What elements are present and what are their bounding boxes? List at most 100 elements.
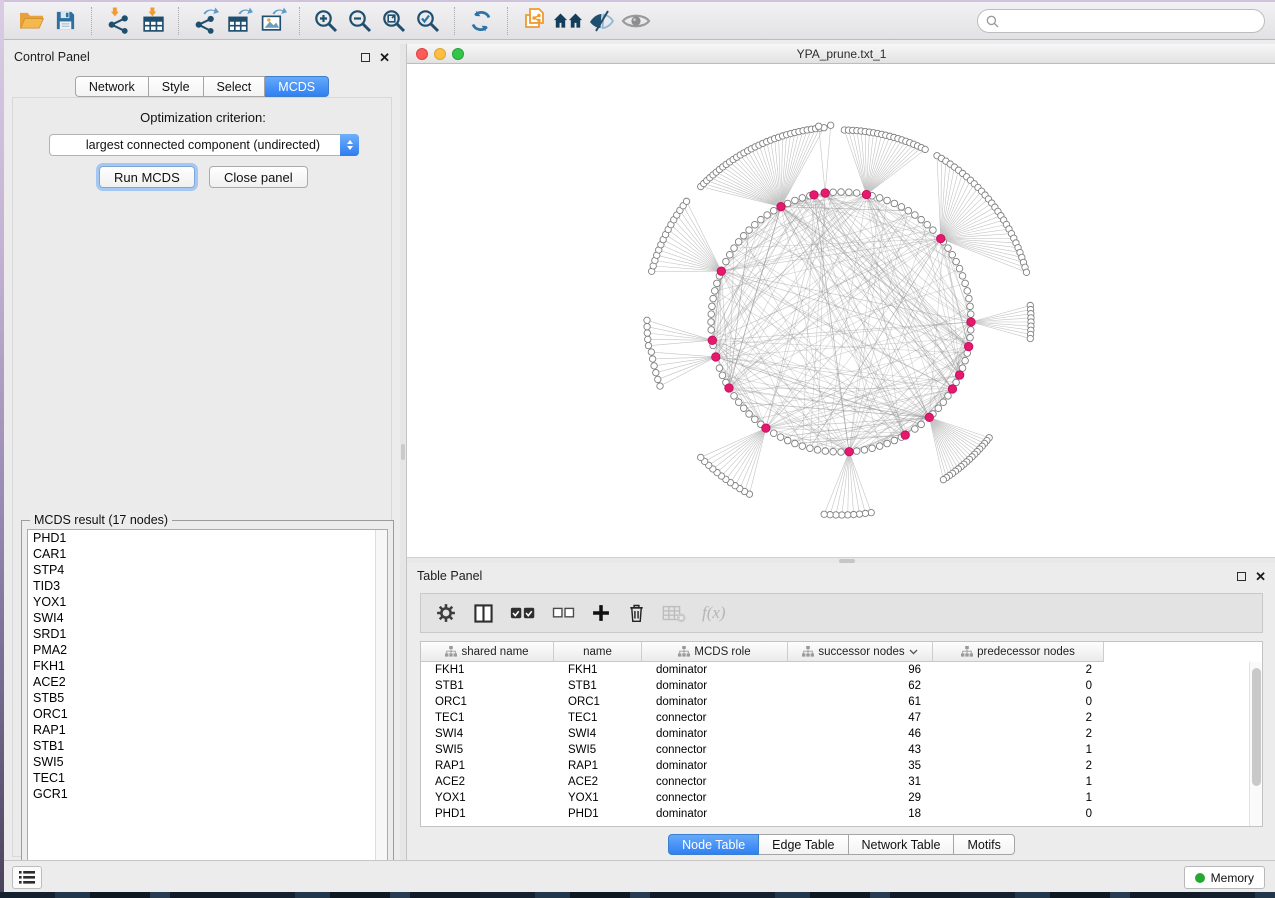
leaf-node[interactable]	[644, 330, 650, 336]
show-panels-button[interactable]	[619, 5, 653, 37]
network-node[interactable]	[792, 197, 799, 204]
mcds-result-item[interactable]: SRD1	[28, 626, 387, 642]
table-row[interactable]: PHD1PHD1dominator180	[421, 806, 1262, 822]
network-node[interactable]	[912, 426, 919, 433]
mcds-result-item[interactable]: PHD1	[28, 530, 387, 546]
tab-select[interactable]: Select	[204, 76, 266, 97]
network-node[interactable]	[719, 372, 726, 379]
search-input[interactable]	[1004, 11, 1264, 31]
network-node[interactable]	[918, 216, 925, 223]
network-node[interactable]	[918, 421, 925, 428]
table-row[interactable]: TEC1TEC1connector472	[421, 710, 1262, 726]
network-node[interactable]	[891, 437, 898, 444]
network-node[interactable]	[708, 311, 715, 318]
leaf-node[interactable]	[862, 510, 868, 516]
network-node[interactable]	[967, 334, 974, 341]
optimization-criterion-dropdown[interactable]: largest connected component (undirected)	[49, 134, 359, 156]
network-node[interactable]	[838, 449, 845, 456]
network-node[interactable]	[956, 265, 963, 272]
mcds-result-item[interactable]: YOX1	[28, 594, 387, 610]
open-session-button[interactable]	[14, 5, 48, 37]
leaf-node[interactable]	[827, 511, 833, 517]
column-header-name[interactable]: name	[554, 642, 642, 662]
network-node[interactable]	[966, 295, 973, 302]
mcds-hub-node[interactable]	[762, 424, 770, 432]
tab-mcds[interactable]: MCDS	[265, 76, 329, 97]
zoom-selected-button[interactable]	[411, 5, 445, 37]
leaf-node[interactable]	[827, 122, 833, 128]
network-node[interactable]	[723, 258, 730, 265]
table-scroll-thumb[interactable]	[1252, 668, 1261, 786]
leaf-node[interactable]	[651, 363, 657, 369]
mcds-hub-node[interactable]	[967, 318, 975, 326]
toolbar-search-field[interactable]	[977, 9, 1265, 33]
save-session-button[interactable]	[48, 5, 82, 37]
tab-network-table[interactable]: Network Table	[849, 834, 955, 855]
mcds-hub-node[interactable]	[845, 448, 853, 456]
mcds-hub-node[interactable]	[901, 431, 909, 439]
network-node[interactable]	[770, 430, 777, 437]
network-node[interactable]	[807, 445, 814, 452]
mcds-result-item[interactable]: FKH1	[28, 658, 387, 674]
leaf-node[interactable]	[645, 336, 651, 342]
network-node[interactable]	[751, 416, 758, 423]
zoom-in-button[interactable]	[309, 5, 343, 37]
network-node[interactable]	[935, 405, 942, 412]
mcds-result-item[interactable]: GCR1	[28, 786, 387, 802]
leaf-node[interactable]	[657, 383, 663, 389]
mcds-hub-node[interactable]	[712, 353, 720, 361]
mcds-result-item[interactable]: STB5	[28, 690, 387, 706]
table-row[interactable]: FKH1FKH1dominator962	[421, 662, 1262, 678]
network-node[interactable]	[945, 245, 952, 252]
network-node[interactable]	[876, 443, 883, 450]
tab-node-table[interactable]: Node Table	[668, 834, 759, 855]
zoom-out-button[interactable]	[343, 5, 377, 37]
network-node[interactable]	[731, 393, 738, 400]
task-history-button[interactable]	[12, 866, 42, 889]
network-node[interactable]	[846, 189, 853, 196]
mcds-hub-node[interactable]	[948, 385, 956, 393]
memory-button[interactable]: Memory	[1184, 866, 1265, 889]
network-node[interactable]	[967, 311, 974, 318]
leaf-node[interactable]	[850, 511, 856, 517]
network-node[interactable]	[735, 399, 742, 406]
table-row[interactable]: STB1STB1dominator620	[421, 678, 1262, 694]
network-node[interactable]	[967, 327, 974, 334]
deselect-all-button[interactable]	[552, 605, 575, 621]
zoom-fit-button[interactable]	[377, 5, 411, 37]
float-panel-icon[interactable]	[1237, 572, 1246, 581]
network-node[interactable]	[838, 189, 845, 196]
window-close-icon[interactable]	[416, 48, 428, 60]
leaf-node[interactable]	[698, 454, 704, 460]
network-node[interactable]	[959, 273, 966, 280]
network-node[interactable]	[822, 448, 829, 455]
mcds-hub-node[interactable]	[925, 413, 933, 421]
table-row[interactable]: ORC1ORC1dominator610	[421, 694, 1262, 710]
mcds-hub-node[interactable]	[964, 342, 972, 350]
network-node[interactable]	[945, 393, 952, 400]
network-node[interactable]	[912, 212, 919, 219]
mcds-result-item[interactable]: RAP1	[28, 722, 387, 738]
leaf-node[interactable]	[839, 512, 845, 518]
close-panel-icon[interactable]: ✕	[1255, 572, 1266, 581]
mcds-hub-node[interactable]	[862, 190, 870, 198]
network-node[interactable]	[799, 443, 806, 450]
table-scrollbar[interactable]	[1249, 662, 1262, 826]
mcds-result-item[interactable]: STP4	[28, 562, 387, 578]
network-node[interactable]	[735, 239, 742, 246]
network-node[interactable]	[924, 221, 931, 228]
table-row[interactable]: YOX1YOX1connector291	[421, 790, 1262, 806]
mcds-list-scrollbar[interactable]	[375, 530, 387, 885]
leaf-node[interactable]	[649, 356, 655, 362]
leaf-node[interactable]	[644, 323, 650, 329]
network-node[interactable]	[710, 295, 717, 302]
mcds-hub-node[interactable]	[810, 191, 818, 199]
run-mcds-button[interactable]: Run MCDS	[99, 166, 195, 188]
leaf-node[interactable]	[821, 511, 827, 517]
network-node[interactable]	[967, 303, 974, 310]
network-node[interactable]	[740, 232, 747, 239]
network-node[interactable]	[792, 440, 799, 447]
mcds-result-item[interactable]: TID3	[28, 578, 387, 594]
export-table-button[interactable]	[222, 5, 256, 37]
home-overview-button[interactable]	[551, 5, 585, 37]
